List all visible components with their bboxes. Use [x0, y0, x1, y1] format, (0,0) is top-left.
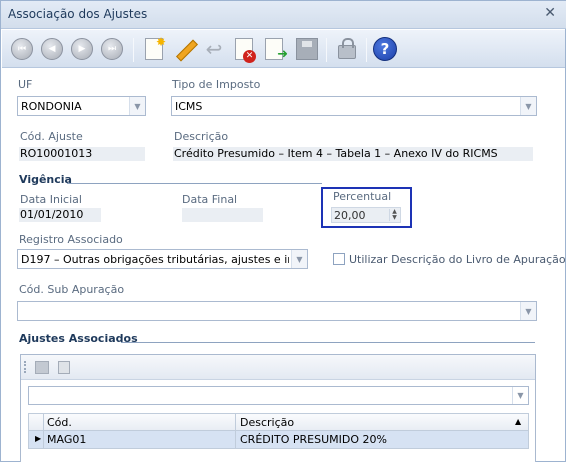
utilizar-descricao-checkbox[interactable] — [333, 253, 345, 265]
percentual-label: Percentual — [333, 190, 392, 203]
new-record-icon: ✸ — [145, 35, 166, 60]
tipo-imposto-label: Tipo de Imposto — [172, 78, 261, 91]
toolbar: ⏮ ◀ ▶ ⏭ ✸ ↩ ✕ ➜ ? — [2, 30, 565, 68]
vigencia-divider — [67, 183, 322, 184]
toolbar-separator — [326, 38, 327, 62]
title-bar: Associação dos Ajustes ✕ — [1, 1, 566, 29]
descricao-value: Crédito Presumido – Item 4 – Tabela 1 – … — [174, 147, 498, 160]
registro-value: D197 – Outras obrigações tributárias, aj… — [21, 253, 289, 266]
data-final-field[interactable] — [182, 208, 263, 222]
next-record-button[interactable]: ▶ — [68, 35, 96, 63]
last-record-icon: ⏭ — [101, 38, 123, 60]
previous-record-button[interactable]: ◀ — [38, 35, 66, 63]
edit-record-button[interactable] — [170, 35, 198, 63]
grid-toolbar — [21, 355, 535, 380]
first-record-button[interactable]: ⏮ — [8, 35, 36, 63]
cell-descricao[interactable]: CRÉDITO PRESUMIDO 20% — [240, 433, 387, 446]
table-row[interactable]: ▶ MAG01 CRÉDITO PRESUMIDO 20% — [28, 431, 529, 449]
lock-button[interactable] — [333, 35, 361, 63]
cod-sub-label: Cód. Sub Apuração — [19, 283, 125, 296]
delete-record-button[interactable]: ✕ — [230, 35, 258, 63]
help-icon: ? — [373, 37, 397, 61]
utilizar-descricao-label: Utilizar Descrição do Livro de Apuração — [349, 253, 566, 266]
close-icon[interactable]: ✕ — [544, 5, 556, 21]
column-header-descricao[interactable]: Descrição — [240, 416, 294, 429]
toolbar-grip-icon — [24, 361, 26, 373]
new-record-button[interactable]: ✸ — [140, 35, 168, 63]
next-record-icon: ▶ — [71, 38, 93, 60]
last-record-button[interactable]: ⏭ — [98, 35, 126, 63]
registro-select[interactable]: D197 – Outras obrigações tributárias, aj… — [17, 249, 308, 269]
descricao-field[interactable]: Crédito Presumido – Item 4 – Tabela 1 – … — [173, 147, 533, 161]
chevron-down-icon[interactable]: ▼ — [291, 250, 307, 268]
column-divider — [43, 413, 44, 449]
sort-ascending-icon: ▲ — [515, 417, 522, 426]
column-divider — [235, 413, 236, 449]
previous-record-icon: ◀ — [41, 38, 63, 60]
toolbar-separator — [133, 38, 134, 62]
chevron-down-icon[interactable]: ▼ — [520, 97, 536, 115]
percentual-spinner[interactable]: 20,00 ▲ ▼ — [331, 207, 401, 223]
cod-ajuste-value: RO10001013 — [20, 147, 93, 160]
lock-icon — [338, 38, 356, 59]
table-header: Cód. Descrição ▲ — [28, 413, 529, 431]
save-button[interactable] — [293, 35, 321, 63]
tipo-imposto-select[interactable]: ICMS ▼ — [171, 96, 537, 116]
data-inicial-field[interactable]: 01/01/2010 — [19, 208, 101, 222]
data-inicial-label: Data Inicial — [20, 193, 82, 206]
uf-value: RONDONIA — [21, 100, 82, 113]
export-icon: ➜ — [265, 38, 288, 62]
grid-filter-select[interactable]: ▼ — [28, 386, 529, 405]
cod-ajuste-field[interactable]: RO10001013 — [19, 147, 145, 161]
help-button[interactable]: ? — [371, 35, 399, 63]
data-inicial-value: 01/01/2010 — [20, 208, 84, 221]
save-icon — [296, 38, 318, 60]
row-indicator-icon: ▶ — [35, 434, 42, 443]
ajustes-grid: ▼ Cód. Descrição ▲ ▶ MAG01 CRÉDITO PRESU… — [20, 354, 536, 462]
chevron-down-icon[interactable]: ▼ — [520, 302, 536, 320]
chevron-down-icon[interactable]: ▼ — [129, 97, 145, 115]
first-record-icon: ⏮ — [11, 38, 33, 60]
window-title: Associação dos Ajustes — [8, 7, 148, 21]
export-button[interactable]: ➜ — [260, 35, 288, 63]
cod-sub-select[interactable]: ▼ — [17, 301, 537, 321]
delete-record-icon: ✕ — [235, 38, 256, 63]
grid-new-icon[interactable] — [58, 361, 70, 374]
registro-label: Registro Associado — [19, 233, 123, 246]
cell-cod[interactable]: MAG01 — [47, 433, 86, 446]
dialog-window: Associação dos Ajustes ✕ ⏮ ◀ ▶ ⏭ ✸ ↩ ✕ ➜ — [0, 0, 566, 462]
tipo-imposto-value: ICMS — [175, 100, 203, 113]
chevron-down-icon[interactable]: ▼ — [512, 387, 528, 404]
ajustes-divider — [121, 342, 535, 343]
ajustes-header: Ajustes Associados — [19, 332, 138, 345]
toolbar-separator — [366, 38, 367, 62]
vigencia-header: Vigência — [19, 173, 72, 186]
edit-record-icon — [173, 38, 195, 60]
spinner-arrows-icon[interactable]: ▲ ▼ — [389, 209, 399, 221]
percentual-value: 20,00 — [334, 209, 366, 222]
uf-select[interactable]: RONDONIA ▼ — [17, 96, 146, 116]
undo-icon: ↩ — [205, 37, 223, 61]
column-header-cod[interactable]: Cód. — [47, 416, 72, 429]
cod-ajuste-label: Cód. Ajuste — [20, 130, 83, 143]
grid-save-icon[interactable] — [35, 361, 49, 374]
undo-button[interactable]: ↩ — [200, 35, 228, 63]
data-final-label: Data Final — [182, 193, 238, 206]
descricao-label: Descrição — [174, 130, 229, 143]
uf-label: UF — [18, 78, 33, 91]
